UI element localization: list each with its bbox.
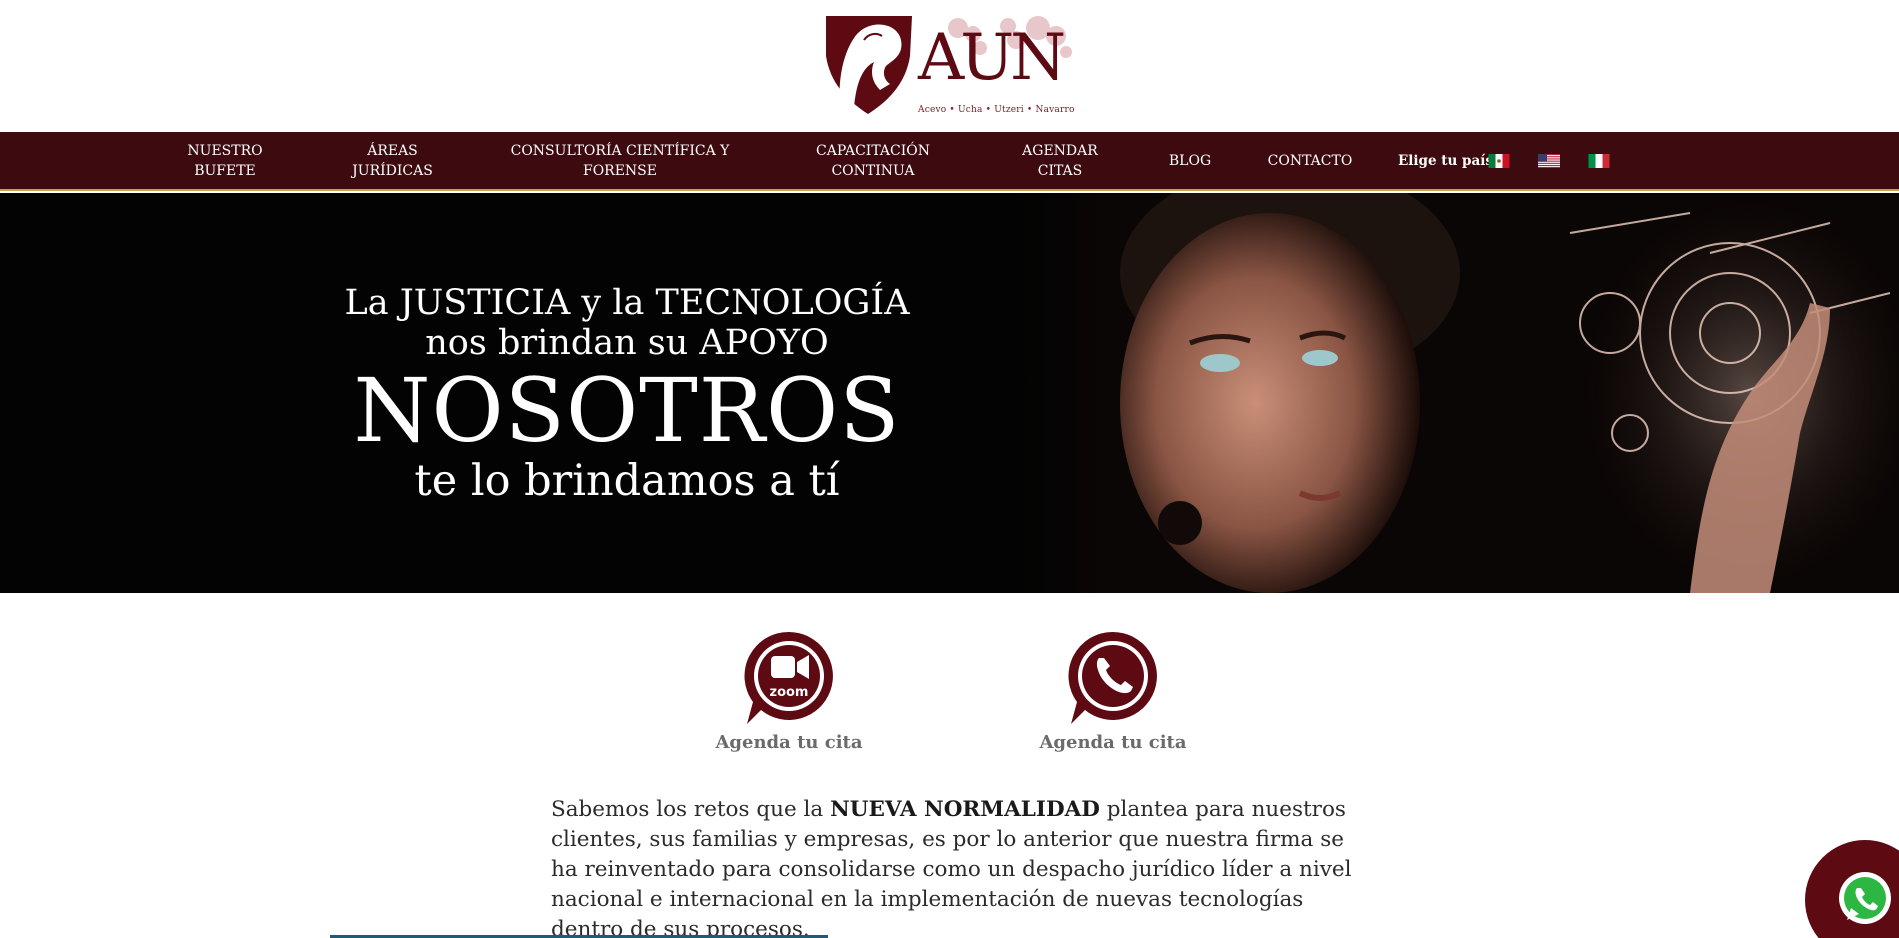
nav-item-nuestro-bufete[interactable]: NUESTRO BUFETE — [180, 132, 270, 189]
floating-whatsapp-button[interactable] — [1805, 840, 1899, 938]
nav-item-agendar-citas[interactable]: AGENDAR CITAS — [1010, 132, 1110, 189]
mexico-flag-icon[interactable] — [1488, 154, 1510, 168]
whatsapp-float-icon — [1839, 872, 1891, 924]
logo-wordmark: AUN — [918, 21, 1066, 95]
hero-line-1: La JUSTICIA y la TECNOLOGÍA — [344, 283, 910, 323]
hero-headline: NOSOTROS — [353, 359, 901, 462]
lion-shield-icon — [826, 16, 912, 114]
site-header: AUN Acevo • Ucha • Utzeri • Navarro — [0, 0, 1899, 132]
italy-flag-icon[interactable] — [1588, 154, 1610, 168]
whatsapp-appointment-label: Agenda tu cita — [1039, 732, 1187, 753]
nav-item-contacto[interactable]: CONTACTO — [1262, 132, 1358, 189]
nav-item-consultoria[interactable]: CONSULTORÍA CIENTÍFICA Y FORENSE — [505, 132, 735, 189]
intro-paragraph: Sabemos los retos que la NUEVA NORMALIDA… — [551, 795, 1361, 938]
whatsapp-appointment-link[interactable]: Agenda tu cita — [1033, 628, 1193, 753]
usa-flag-icon[interactable] — [1538, 154, 1560, 168]
intro-highlight: NUEVA NORMALIDAD — [830, 797, 1100, 822]
hero-line-4: te lo brindamos a tí — [414, 456, 840, 506]
hero-line-2: nos brindan su APOYO — [425, 323, 829, 363]
logo-tagline: Acevo • Ucha • Utzeri • Navarro — [918, 105, 1075, 115]
nav-item-blog[interactable]: BLOG — [1160, 132, 1220, 189]
hero-text: La JUSTICIA y la TECNOLOGÍA nos brindan … — [330, 283, 924, 503]
nav-item-capacitacion[interactable]: CAPACITACIÓN CONTINUA — [808, 132, 938, 189]
hero-banner: La JUSTICIA y la TECNOLOGÍA nos brindan … — [0, 193, 1899, 593]
zoom-appointment-label: Agenda tu cita — [715, 732, 863, 753]
zoom-chat-bubble-icon: zoom — [744, 631, 833, 724]
aun-logo[interactable]: AUN Acevo • Ucha • Utzeri • Navarro — [820, 12, 1080, 120]
zoom-appointment-link[interactable]: zoom Agenda tu cita — [709, 628, 869, 753]
main-nav: NUESTRO BUFETE ÁREAS JURÍDICAS CONSULTOR… — [0, 132, 1899, 191]
nav-item-areas-juridicas[interactable]: ÁREAS JURÍDICAS — [340, 132, 445, 189]
country-selector-label: Elige tu país: — [1398, 152, 1498, 169]
svg-text:zoom: zoom — [770, 685, 809, 700]
intro-text-start: Sabemos los retos que la — [551, 797, 831, 822]
hero-woman-technology-image — [1010, 193, 1899, 593]
whatsapp-icon — [1068, 631, 1157, 724]
